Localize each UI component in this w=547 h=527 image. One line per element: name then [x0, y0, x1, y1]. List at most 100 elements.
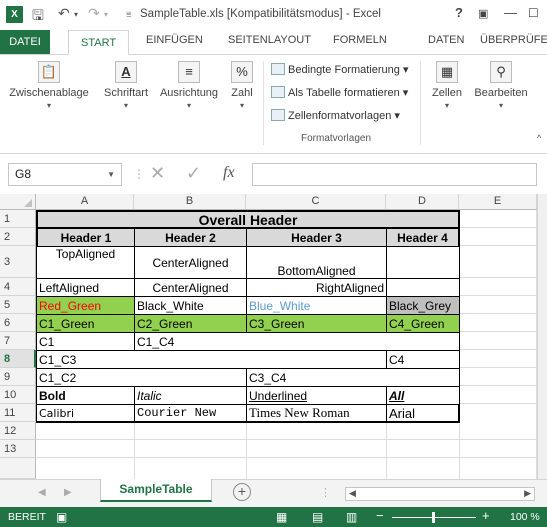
tab-seitenlayout[interactable]: SEITENLAYOUT [228, 34, 311, 46]
row-header-12[interactable]: 12 [0, 422, 36, 440]
column-header-e[interactable]: E [459, 194, 537, 210]
row-header-14[interactable] [0, 458, 36, 479]
row-header-11[interactable]: 11 [0, 404, 36, 422]
save-icon[interactable]: 🖫 [32, 5, 44, 29]
name-box[interactable]: G8 ▼ [8, 163, 122, 186]
column-header-b[interactable]: B [134, 194, 246, 210]
c1-green-cell[interactable]: C1_Green [36, 315, 135, 333]
select-all-corner[interactable] [0, 194, 36, 210]
row-header-6[interactable]: 6 [0, 314, 36, 332]
c4-cell[interactable]: C4 [387, 351, 460, 369]
times-new-roman-cell[interactable]: Times New Roman [247, 405, 387, 423]
next-sheet-icon[interactable]: ▶ [64, 487, 72, 498]
c2-green-cell[interactable]: C2_Green [135, 315, 247, 333]
c1-c2-merged-cell[interactable]: C1_C2 [36, 369, 247, 387]
calibri-cell[interactable]: Calibri [36, 405, 135, 423]
macro-record-icon[interactable]: ▣ [56, 510, 67, 524]
cell-styles-button[interactable]: Zellenformatvorlagen ▾ [271, 109, 400, 122]
c1-c3-merged-cell[interactable]: C1_C3 [36, 351, 387, 369]
row-header-7[interactable]: 7 [0, 332, 36, 350]
font-group-button[interactable]: A Schriftart ▾ [100, 61, 152, 110]
column-header-c[interactable]: C [246, 194, 386, 210]
tab-datei[interactable]: DATEI [0, 30, 50, 54]
courier-new-cell[interactable]: Courier New [135, 405, 247, 423]
left-aligned-cell[interactable]: LeftAligned [36, 279, 135, 297]
c3-green-cell[interactable]: C3_Green [247, 315, 387, 333]
row-header-5[interactable]: 5 [0, 296, 36, 314]
zoom-slider-thumb[interactable] [432, 512, 435, 523]
c1-c4-merged-cell[interactable]: C1_C4 [135, 333, 460, 351]
ribbon-display-options-icon[interactable]: ▣ [478, 7, 488, 20]
redo-icon[interactable]: ↷ [88, 5, 100, 22]
tab-einfuegen[interactable]: EINFÜGEN [146, 34, 203, 46]
tab-start[interactable]: START [68, 30, 130, 55]
insert-function-icon[interactable]: fx [223, 164, 235, 182]
row-header-3[interactable]: 3 [0, 246, 36, 278]
normal-view-icon[interactable]: ▦ [276, 510, 287, 524]
row-header-13[interactable]: 13 [0, 440, 36, 458]
overall-header-cell[interactable]: Overall Header [36, 210, 460, 229]
clipboard-group-button[interactable]: 📋 Zwischenablage ▾ [4, 61, 94, 110]
scroll-left-icon[interactable]: ◀ [349, 488, 356, 499]
row-header-9[interactable]: 9 [0, 368, 36, 386]
c1-cell[interactable]: C1 [36, 333, 135, 351]
red-green-cell[interactable]: Red_Green [36, 297, 135, 315]
scroll-right-icon[interactable]: ▶ [524, 488, 531, 499]
formula-input[interactable] [252, 163, 537, 186]
sheet-tab-sampletable[interactable]: SampleTable [100, 479, 212, 502]
row-header-8[interactable]: 8 [0, 350, 36, 368]
collapse-ribbon-icon[interactable]: ^ [537, 133, 541, 143]
header-1-cell[interactable]: Header 1 [36, 229, 135, 247]
zoom-in-icon[interactable]: + [482, 508, 490, 523]
column-header-d[interactable]: D [386, 194, 459, 210]
right-aligned-cell[interactable]: RightAligned [247, 279, 387, 297]
column-header-a[interactable]: A [36, 194, 134, 210]
cancel-icon[interactable]: ✕ [150, 163, 165, 184]
top-aligned-cell[interactable]: TopAligned [36, 247, 135, 279]
number-group-button[interactable]: % Zahl ▾ [226, 61, 258, 110]
tab-daten[interactable]: DATEN [428, 34, 464, 46]
undo-icon[interactable]: ↶ [58, 5, 70, 22]
maximize-icon[interactable]: ☐ [528, 6, 539, 20]
row-header-10[interactable]: 10 [0, 386, 36, 404]
minimize-icon[interactable]: — [504, 5, 517, 20]
bottom-aligned-cell[interactable]: BottomAligned [247, 247, 387, 279]
c4-green-cell[interactable]: C4_Green [387, 315, 460, 333]
arial-cell[interactable]: Arial [387, 405, 460, 423]
cells-group-button[interactable]: ▦ Zellen ▾ [425, 61, 469, 110]
zoom-out-icon[interactable]: − [376, 508, 384, 523]
all-styles-cell[interactable]: All [387, 387, 460, 405]
blue-white-cell[interactable]: Blue_White [247, 297, 387, 315]
alignment-group-button[interactable]: ≡ Ausrichtung ▾ [156, 61, 222, 110]
black-grey-cell[interactable]: Black_Grey [387, 297, 460, 315]
tab-formeln[interactable]: FORMELN [333, 34, 387, 46]
help-button[interactable]: ? [455, 5, 463, 20]
row-header-1[interactable]: 1 [0, 210, 36, 228]
row-header-4[interactable]: 4 [0, 278, 36, 296]
c3-c4-merged-cell[interactable]: C3_C4 [247, 369, 460, 387]
prev-sheet-icon[interactable]: ◀ [38, 487, 46, 498]
black-white-cell[interactable]: Black_White [135, 297, 247, 315]
table-cell[interactable] [387, 279, 460, 297]
add-sheet-button[interactable]: + [233, 483, 251, 501]
page-layout-view-icon[interactable]: ▤ [312, 510, 323, 524]
italic-cell[interactable]: Italic [135, 387, 247, 405]
editing-group-button[interactable]: ⚲ Bearbeiten ▾ [472, 61, 530, 110]
format-as-table-button[interactable]: Als Tabelle formatieren ▾ [271, 86, 408, 99]
conditional-formatting-button[interactable]: Bedingte Formatierung ▾ [271, 63, 408, 76]
header-2-cell[interactable]: Header 2 [135, 229, 247, 247]
page-break-view-icon[interactable]: ▥ [346, 510, 357, 524]
vertical-scrollbar[interactable] [537, 194, 547, 479]
enter-icon[interactable]: ✓ [186, 163, 201, 184]
underlined-cell[interactable]: Underlined [247, 387, 387, 405]
horizontal-scrollbar[interactable]: ◀ ▶ [345, 487, 535, 501]
redo-dropdown-icon[interactable]: ▾ [104, 10, 108, 19]
tab-ueberpruefen[interactable]: ÜBERPRÜFEN [480, 34, 547, 46]
bold-cell[interactable]: Bold [36, 387, 135, 405]
table-cell[interactable] [387, 247, 460, 279]
center-aligned-cell[interactable]: CenterAligned [135, 247, 247, 279]
undo-dropdown-icon[interactable]: ▾ [74, 10, 78, 19]
customize-qat-icon[interactable]: ⩸ [126, 9, 131, 20]
center-aligned-cell[interactable]: CenterAligned [135, 279, 247, 297]
zoom-level[interactable]: 100 % [510, 511, 540, 523]
